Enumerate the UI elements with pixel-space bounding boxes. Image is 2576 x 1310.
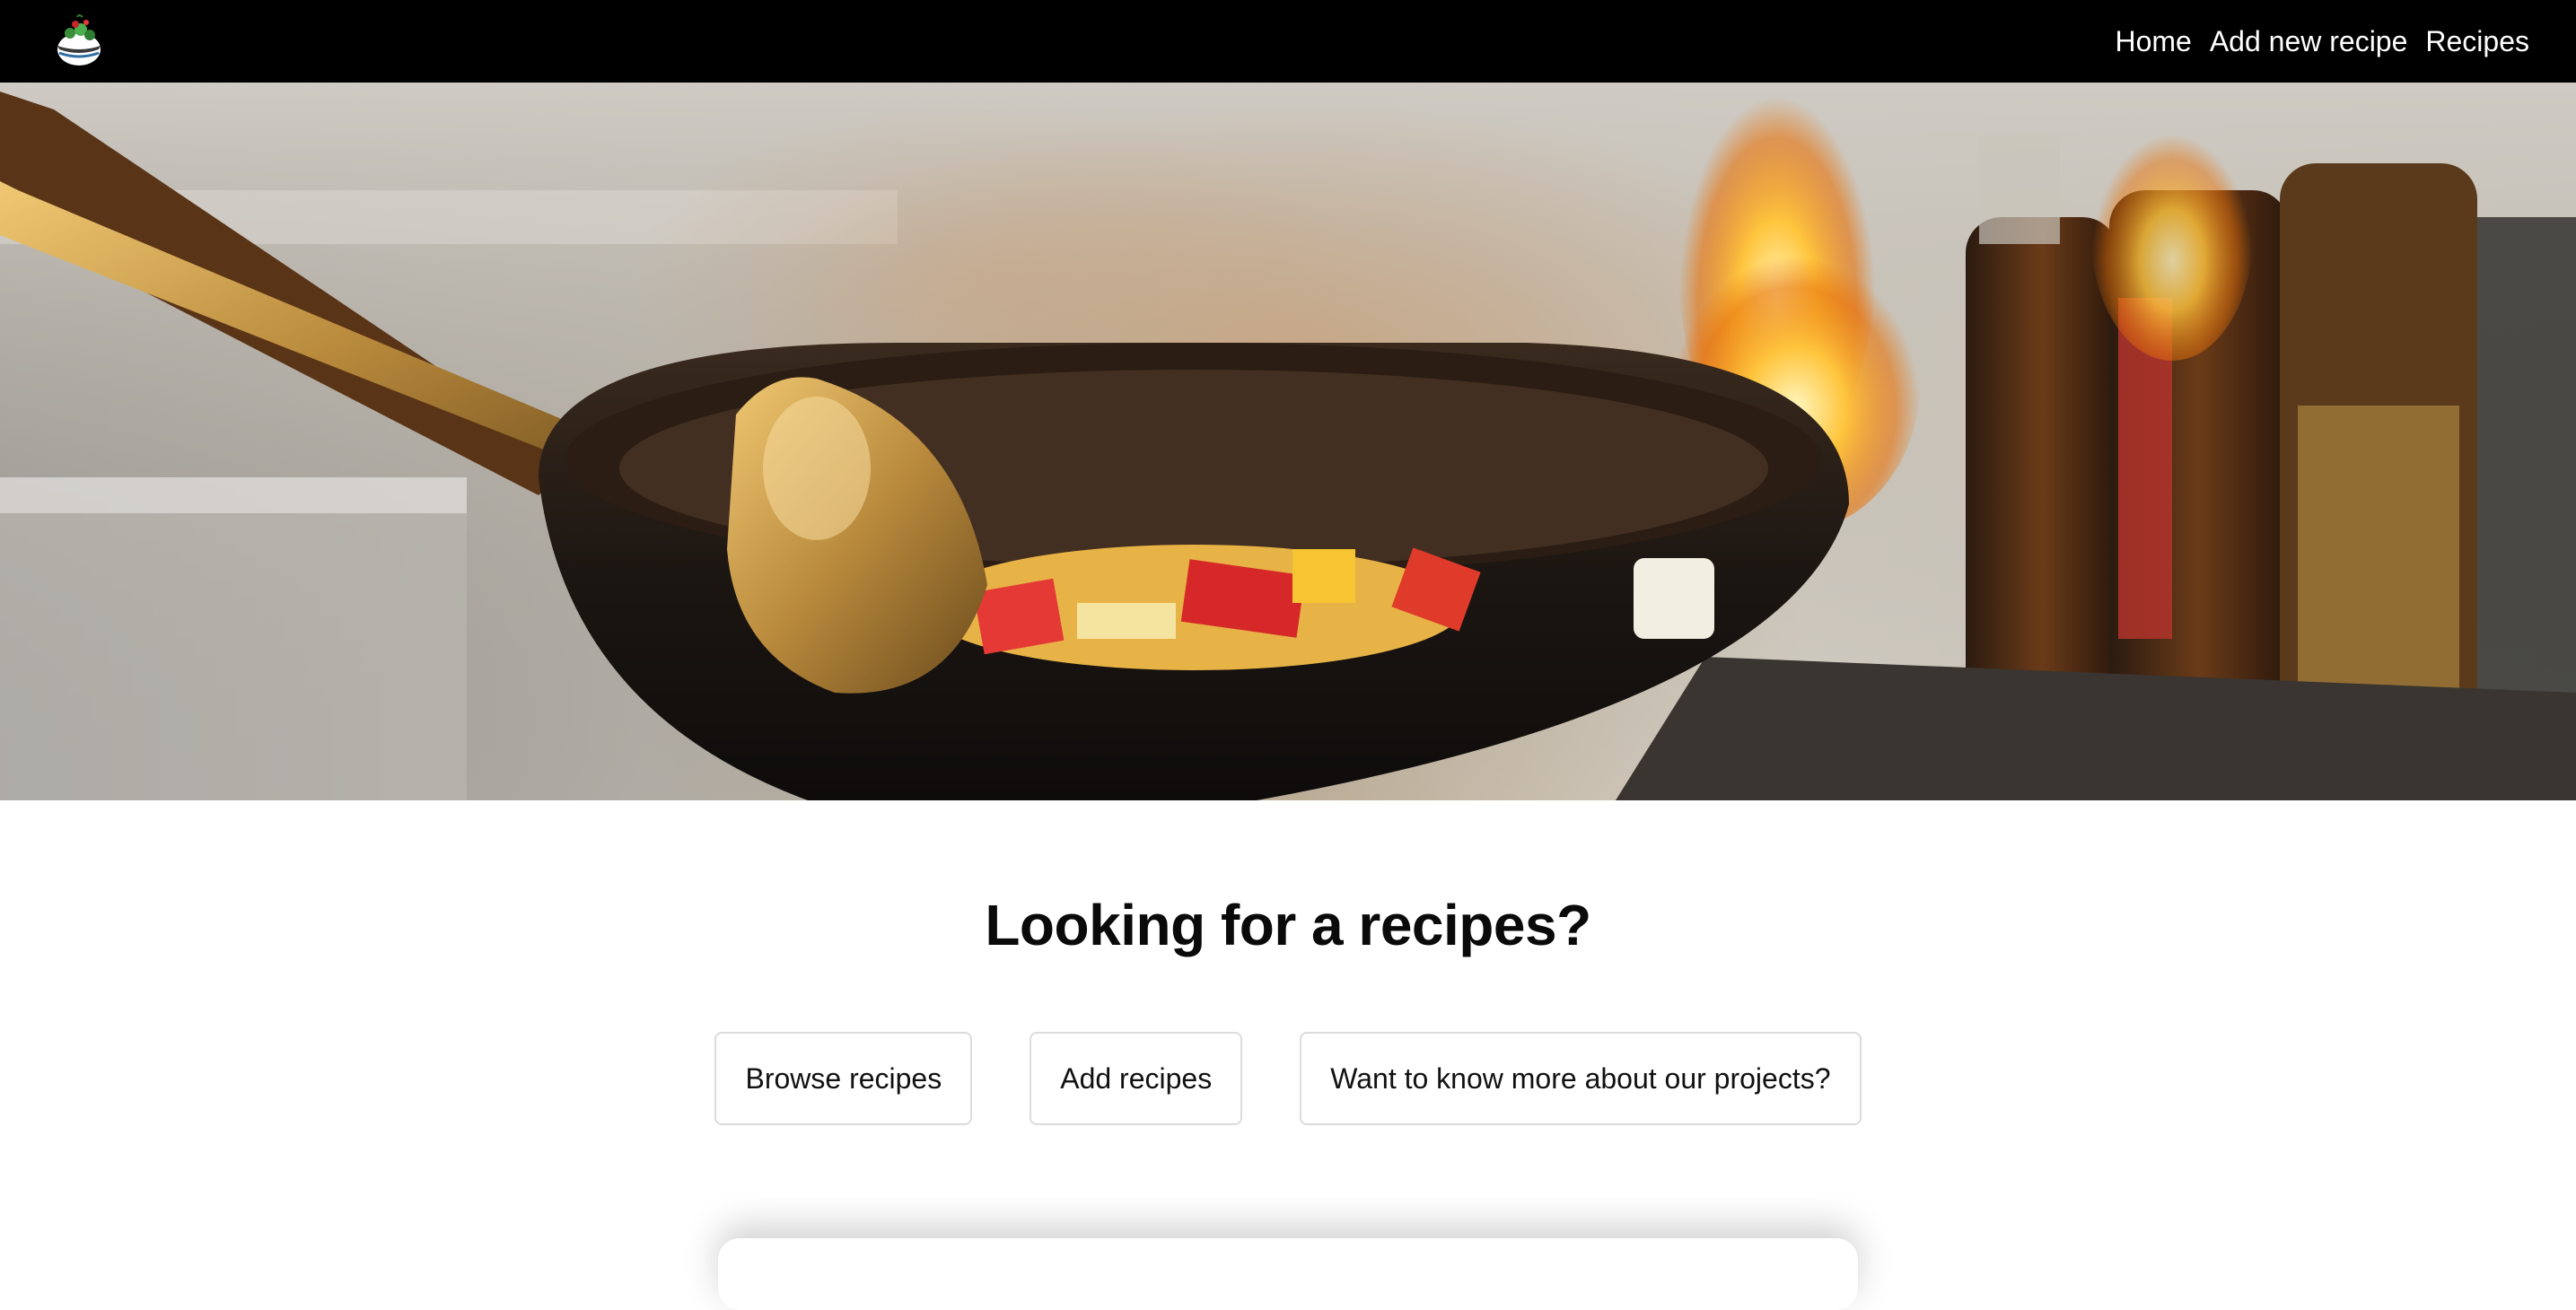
nav-link-add-new-recipe[interactable]: Add new recipe <box>2210 25 2408 58</box>
add-recipes-button[interactable]: Add recipes <box>1030 1032 1243 1125</box>
salad-bowl-logo-icon[interactable] <box>54 13 104 69</box>
action-buttons: Browse recipes Add recipes Want to know … <box>0 1032 2576 1125</box>
wok-stir-fry-flames-photo <box>0 83 2576 800</box>
nav-link-home[interactable]: Home <box>2115 25 2191 58</box>
top-navbar: Home Add new recipe Recipes <box>0 0 2576 83</box>
page-headline: Looking for a recipes? <box>985 893 1591 957</box>
content-card-edge <box>718 1238 1858 1310</box>
nav-links: Home Add new recipe Recipes <box>2115 25 2529 58</box>
nav-link-recipes[interactable]: Recipes <box>2425 25 2529 58</box>
hero-banner <box>0 83 2576 800</box>
browse-recipes-button[interactable]: Browse recipes <box>714 1032 973 1125</box>
about-projects-button[interactable]: Want to know more about our projects? <box>1300 1032 1862 1125</box>
main-content: Looking for a recipes? Browse recipes Ad… <box>0 800 2576 1272</box>
